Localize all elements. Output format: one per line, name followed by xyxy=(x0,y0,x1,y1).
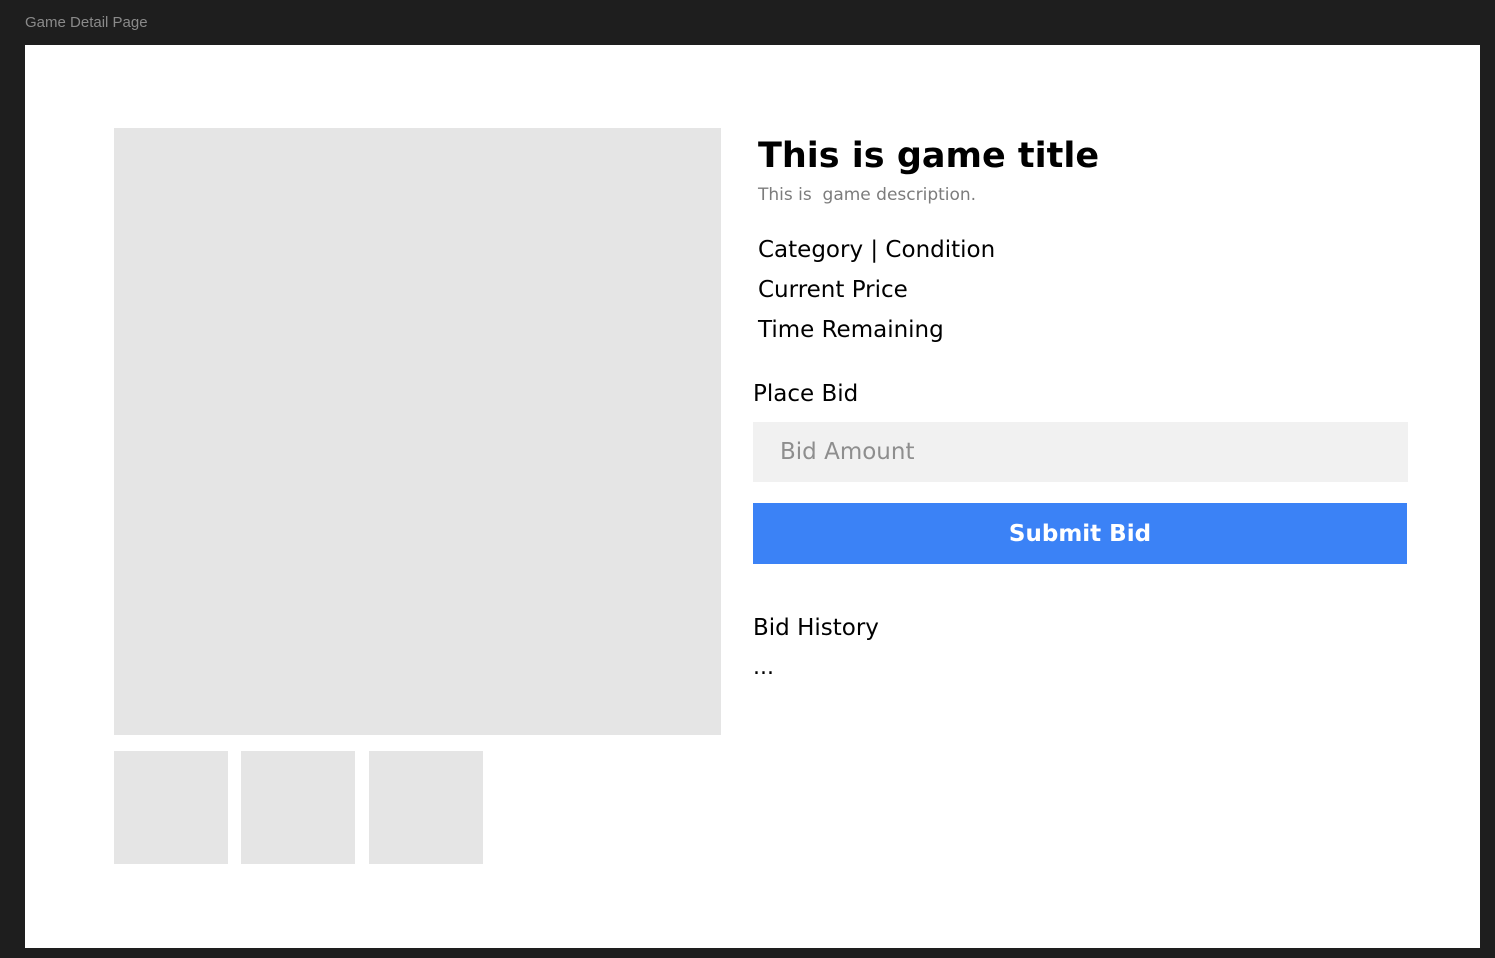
current-price: Current Price xyxy=(758,277,908,303)
game-description: This is game description. xyxy=(758,185,977,205)
game-title: This is game title xyxy=(758,136,1100,176)
bid-history-list: ... xyxy=(753,655,774,680)
main-image-placeholder xyxy=(114,128,721,735)
time-remaining: Time Remaining xyxy=(758,317,944,343)
bid-amount-input[interactable] xyxy=(753,422,1408,482)
place-bid-heading: Place Bid xyxy=(753,381,859,407)
bid-history-heading: Bid History xyxy=(753,615,879,641)
game-detail-page: This is game title This is game descript… xyxy=(25,45,1480,948)
frame-label: Game Detail Page xyxy=(25,14,148,31)
thumbnail-3[interactable] xyxy=(369,751,483,864)
thumbnail-1[interactable] xyxy=(114,751,228,864)
submit-bid-button[interactable]: Submit Bid xyxy=(753,503,1407,564)
thumbnail-2[interactable] xyxy=(241,751,355,864)
category-condition: Category | Condition xyxy=(758,237,996,263)
